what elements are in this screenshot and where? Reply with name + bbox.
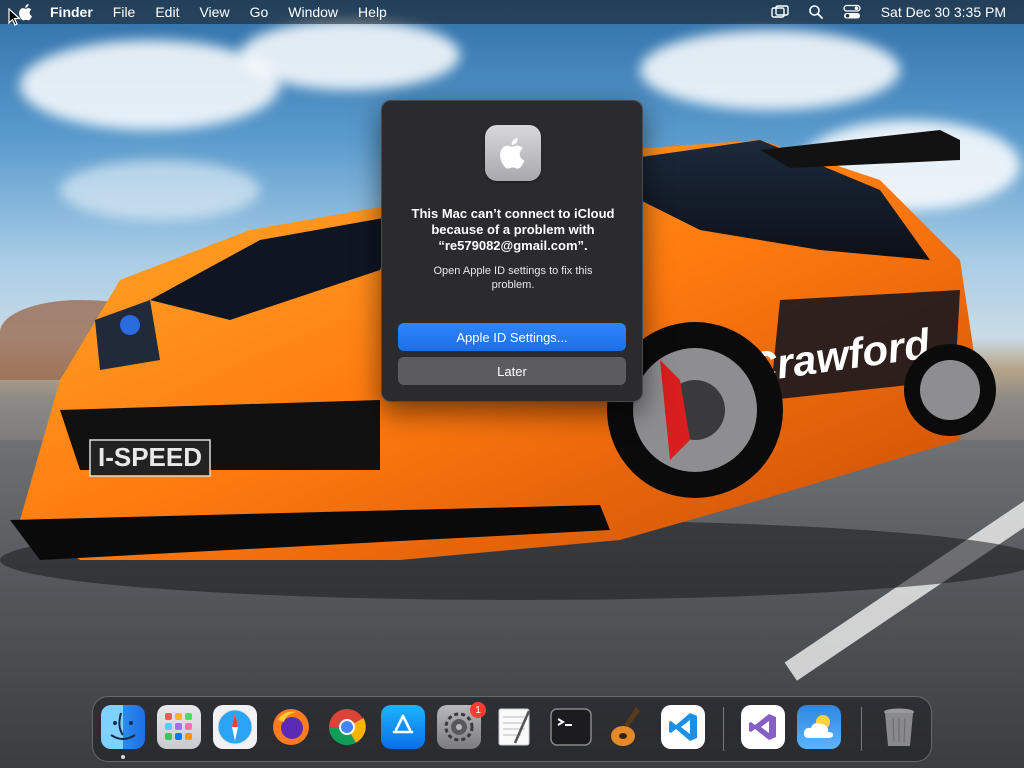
svg-text:I-SPEED: I-SPEED (98, 442, 202, 472)
launchpad-icon[interactable] (157, 705, 201, 749)
weather-icon[interactable] (797, 705, 841, 749)
dock-separator-trash (861, 707, 862, 751)
dialog-title: This Mac can’t connect to iCloud because… (411, 206, 615, 253)
menu-file[interactable]: File (113, 4, 136, 20)
garageband-icon[interactable] (605, 705, 649, 749)
dock-separator (723, 707, 724, 751)
firefox-icon[interactable] (269, 705, 313, 749)
menu-help[interactable]: Help (358, 4, 387, 20)
finder-running-indicator (121, 755, 125, 759)
chrome-icon[interactable] (325, 705, 369, 749)
vscode-icon[interactable] (661, 705, 705, 749)
safari-icon[interactable] (213, 705, 257, 749)
menu-window[interactable]: Window (288, 4, 338, 20)
dialog-message: Open Apple ID settings to fix this probl… (433, 265, 593, 291)
apple-id-settings-button[interactable]: Apple ID Settings... (398, 323, 626, 351)
spotlight-search-icon[interactable] (807, 3, 825, 21)
visual-studio-icon[interactable] (741, 705, 785, 749)
app-store-icon[interactable] (381, 705, 425, 749)
system-settings-badge: 1 (470, 702, 486, 718)
menu-view[interactable]: View (199, 4, 229, 20)
menu-bar: Finder File Edit View Go Window Help Sat… (0, 0, 1024, 24)
later-button[interactable]: Later (398, 357, 626, 385)
menu-edit[interactable]: Edit (155, 4, 179, 20)
dock: 1 (92, 696, 932, 762)
trash-icon[interactable] (877, 705, 921, 749)
screen-mirroring-icon[interactable] (771, 3, 789, 21)
menu-app-name[interactable]: Finder (50, 4, 93, 20)
menu-bar-clock[interactable]: Sat Dec 30 3:35 PM (881, 4, 1006, 20)
mouse-pointer-icon (8, 8, 22, 26)
finder-icon[interactable] (101, 705, 145, 749)
menu-go[interactable]: Go (250, 4, 269, 20)
apple-logo-icon (500, 138, 525, 169)
icloud-alert-dialog: This Mac can’t connect to iCloud because… (381, 100, 643, 402)
control-center-icon[interactable] (843, 3, 861, 21)
textedit-icon[interactable] (493, 705, 537, 749)
system-settings-app-icon (485, 125, 541, 181)
terminal-icon[interactable] (549, 705, 593, 749)
